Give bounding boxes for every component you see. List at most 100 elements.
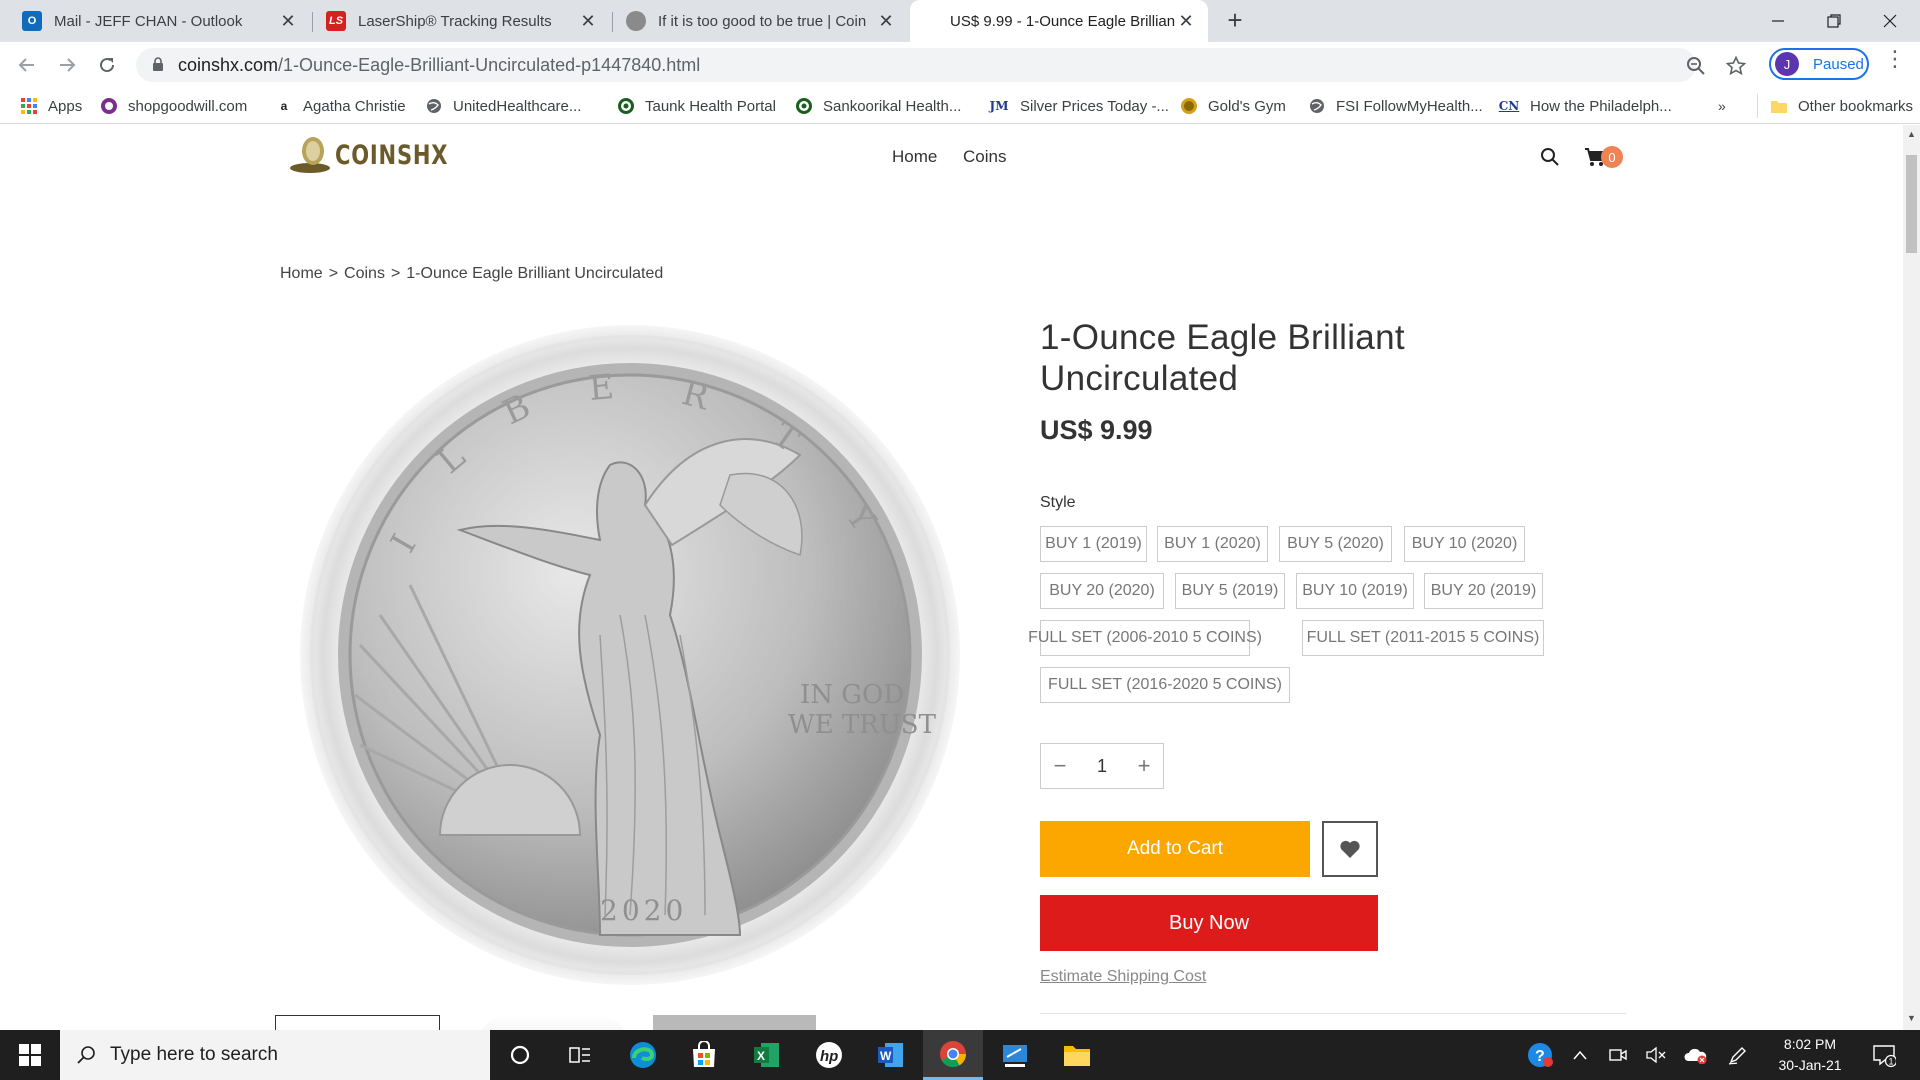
reload-icon[interactable]: [92, 50, 122, 80]
windows-start-icon[interactable]: [0, 1030, 60, 1080]
bookmark-taunk-health[interactable]: Taunk Health Portal: [617, 94, 776, 118]
bookmark-star-icon[interactable]: [1725, 55, 1747, 76]
minimize-icon[interactable]: [1750, 0, 1806, 42]
chrome-icon[interactable]: [923, 1030, 983, 1080]
forward-arrow-icon[interactable]: [52, 50, 82, 80]
word-icon[interactable]: W: [861, 1030, 921, 1080]
url-text[interactable]: coinshx.com/1-Ounce-Eagle-Brilliant-Unci…: [178, 55, 700, 76]
tab-close-icon[interactable]: ✕: [876, 11, 896, 32]
bookmark-philadelphia[interactable]: CN How the Philadelph...: [1498, 94, 1672, 118]
volume-muted-icon[interactable]: [1641, 1030, 1671, 1080]
style-option[interactable]: FULL SET (2006-2010 5 COINS): [1028, 620, 1262, 656]
buy-now-button[interactable]: Buy Now: [1040, 895, 1378, 951]
quantity-input[interactable]: 1: [1079, 756, 1125, 777]
cn-icon: CN: [1498, 99, 1520, 113]
tab-lasership-tracking[interactable]: LS LaserShip® Tracking Results ✕: [314, 0, 610, 42]
thumbnail-1[interactable]: [275, 1015, 440, 1030]
browser-toolbar: coinshx.com/1-Ounce-Eagle-Brilliant-Unci…: [0, 42, 1920, 88]
system-clock[interactable]: 8:02 PM 30-Jan-21: [1760, 1034, 1860, 1076]
tab-close-icon[interactable]: ✕: [278, 11, 298, 32]
bookmark-apps[interactable]: Apps: [20, 94, 82, 118]
heart-icon: [1340, 840, 1360, 858]
edge-browser-icon[interactable]: [613, 1030, 673, 1080]
coin-motto-line2: WE TRUST: [788, 710, 937, 740]
quantity-increase-button[interactable]: +: [1125, 753, 1163, 779]
bookmark-sankoorikal-health[interactable]: Sankoorikal Health...: [795, 94, 961, 118]
scrollbar-thumb[interactable]: [1906, 155, 1917, 253]
remote-desktop-icon[interactable]: [985, 1030, 1045, 1080]
notification-center-icon[interactable]: 1: [1864, 1030, 1904, 1080]
product-price: US$ 9.99: [1040, 415, 1153, 445]
windows-taskbar: Type here to search X hp W ? 8:02 PM 30-…: [0, 1030, 1920, 1080]
product-image[interactable]: L I B E R T Y IN GOD WE TRUST 2020: [300, 315, 1000, 995]
microsoft-store-icon[interactable]: [674, 1030, 734, 1080]
style-option[interactable]: BUY 5 (2020): [1279, 526, 1392, 562]
add-to-cart-button[interactable]: Add to Cart: [1040, 821, 1310, 877]
breadcrumb-coins[interactable]: Coins: [344, 265, 385, 283]
thumbnail-2[interactable]: [478, 1015, 628, 1030]
tab-title: If it is too good to be true | Coin: [658, 12, 867, 30]
tab-coinshx-product[interactable]: US$ 9.99 - 1-Ounce Eagle Brillian ✕: [910, 0, 1208, 42]
style-option[interactable]: BUY 20 (2020): [1040, 573, 1164, 609]
close-window-icon[interactable]: [1862, 0, 1918, 42]
more-options-icon[interactable]: ⋮: [1884, 48, 1906, 70]
tab-close-icon[interactable]: ✕: [578, 11, 598, 32]
bookmark-agatha-christie[interactable]: a Agatha Christie: [275, 94, 406, 118]
style-option[interactable]: BUY 5 (2019): [1175, 573, 1285, 609]
help-icon[interactable]: ?: [1520, 1030, 1560, 1080]
site-logo[interactable]: COINSHX: [287, 135, 480, 175]
coin-icon: [626, 11, 646, 31]
bookmark-golds-gym[interactable]: Gold's Gym: [1180, 94, 1286, 118]
bookmark-shopgoodwill[interactable]: shopgoodwill.com: [100, 94, 247, 118]
show-hidden-icons-icon[interactable]: [1565, 1030, 1595, 1080]
file-explorer-icon[interactable]: [1047, 1030, 1107, 1080]
bookmark-unitedhealthcare[interactable]: UnitedHealthcare...: [425, 94, 581, 118]
browser-tab-strip: O Mail - JEFF CHAN - Outlook ✕ LS LaserS…: [0, 0, 1920, 42]
new-tab-button[interactable]: +: [1220, 6, 1250, 36]
bookmarks-overflow-button[interactable]: »: [1718, 94, 1726, 118]
tab-coin-article[interactable]: If it is too good to be true | Coin ✕: [614, 0, 908, 42]
scroll-up-arrow-icon[interactable]: ▲: [1903, 129, 1920, 139]
thumbnail-3[interactable]: [653, 1015, 816, 1030]
page-scrollbar[interactable]: ▲ ▼: [1903, 125, 1920, 1030]
scroll-down-arrow-icon[interactable]: ▼: [1903, 1013, 1920, 1023]
quantity-decrease-button[interactable]: −: [1041, 753, 1079, 779]
wishlist-button[interactable]: [1322, 821, 1378, 877]
style-option[interactable]: BUY 20 (2019): [1424, 573, 1543, 609]
taskbar-search-box[interactable]: Type here to search: [60, 1030, 490, 1080]
lock-icon[interactable]: [152, 57, 164, 77]
zoom-icon[interactable]: [1686, 56, 1706, 76]
other-bookmarks[interactable]: Other bookmarks: [1757, 94, 1913, 118]
search-icon[interactable]: [1540, 147, 1560, 167]
meet-now-icon[interactable]: [1603, 1030, 1633, 1080]
task-view-icon[interactable]: [550, 1030, 610, 1080]
style-option[interactable]: BUY 1 (2020): [1157, 526, 1268, 562]
nav-coins[interactable]: Coins: [963, 147, 1006, 167]
tab-outlook-mail[interactable]: O Mail - JEFF CHAN - Outlook ✕: [10, 0, 310, 42]
bookmark-label: Gold's Gym: [1208, 97, 1286, 115]
style-option[interactable]: BUY 1 (2019): [1040, 526, 1147, 562]
back-arrow-icon[interactable]: [12, 50, 42, 80]
onedrive-icon[interactable]: [1680, 1030, 1712, 1080]
breadcrumb-home[interactable]: Home: [280, 265, 323, 283]
profile-button[interactable]: J Paused: [1769, 48, 1869, 80]
pen-workspace-icon[interactable]: [1722, 1030, 1754, 1080]
estimate-shipping-link[interactable]: Estimate Shipping Cost: [1040, 968, 1206, 986]
tab-close-icon[interactable]: ✕: [1176, 11, 1196, 32]
style-option[interactable]: BUY 10 (2019): [1296, 573, 1414, 609]
bookmark-silver-prices[interactable]: JM Silver Prices Today -...: [988, 94, 1169, 118]
hp-icon[interactable]: hp: [799, 1030, 859, 1080]
style-option[interactable]: FULL SET (2016-2020 5 COINS): [1040, 667, 1290, 703]
bookmark-fsi-followmyhealth[interactable]: FSI FollowMyHealth...: [1308, 94, 1483, 118]
avatar: J: [1775, 52, 1799, 76]
style-option[interactable]: FULL SET (2011-2015 5 COINS): [1302, 620, 1544, 656]
restore-icon[interactable]: [1806, 0, 1862, 42]
style-option[interactable]: BUY 10 (2020): [1404, 526, 1525, 562]
excel-icon[interactable]: X: [737, 1030, 797, 1080]
bookmarks-bar: Apps shopgoodwill.com a Agatha Christie …: [0, 88, 1920, 124]
bookmark-label: UnitedHealthcare...: [453, 97, 582, 115]
address-bar[interactable]: coinshx.com/1-Ounce-Eagle-Brilliant-Unci…: [136, 48, 1747, 82]
nav-home[interactable]: Home: [892, 147, 937, 167]
cart-count-badge[interactable]: 0: [1601, 146, 1623, 168]
cortana-icon[interactable]: [490, 1030, 550, 1080]
